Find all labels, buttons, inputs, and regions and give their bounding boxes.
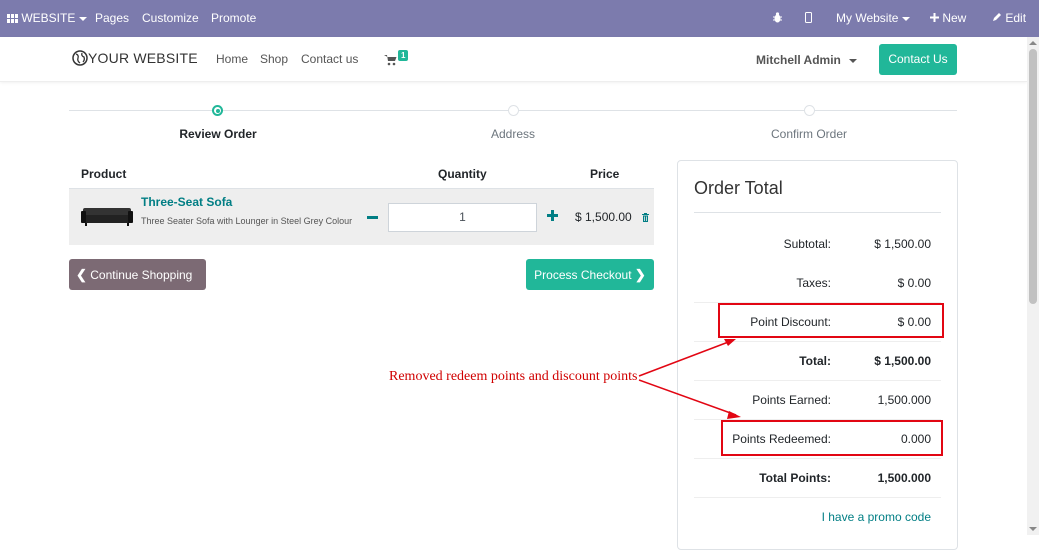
total-value: $ 1,500.00 bbox=[874, 354, 931, 368]
points-redeemed-highlight bbox=[721, 420, 943, 456]
line-price: $ 1,500.00 bbox=[575, 210, 632, 224]
scroll-thumb[interactable] bbox=[1029, 49, 1037, 304]
process-checkout-label: Process Checkout bbox=[534, 268, 632, 282]
annotation-text: Removed redeem points and discount point… bbox=[389, 369, 638, 384]
promote-menu[interactable]: Promote bbox=[211, 0, 256, 37]
wizard-step-address: Address bbox=[490, 127, 536, 141]
pages-menu[interactable]: Pages bbox=[95, 0, 129, 37]
col-header-quantity: Quantity bbox=[438, 167, 487, 181]
caret-down-icon bbox=[902, 16, 911, 21]
nav-home[interactable]: Home bbox=[216, 52, 248, 66]
taxes-label: Taxes: bbox=[796, 276, 831, 290]
row-divider bbox=[694, 458, 941, 459]
wizard-step-dot-address bbox=[508, 105, 519, 116]
subtotal-label: Subtotal: bbox=[783, 237, 831, 251]
quantity-input[interactable]: 1 bbox=[388, 203, 537, 232]
point-discount-highlight bbox=[718, 303, 944, 338]
cart-count-badge: 1 bbox=[398, 50, 409, 61]
contact-us-button[interactable]: Contact Us bbox=[879, 44, 957, 75]
edit-button[interactable]: Edit bbox=[992, 0, 1026, 37]
globe-icon bbox=[72, 50, 88, 66]
website-switcher[interactable]: My Website bbox=[836, 0, 911, 37]
caret-down-icon bbox=[848, 58, 857, 63]
process-checkout-button[interactable]: Process Checkout ❯ bbox=[526, 259, 654, 290]
cart-icon[interactable] bbox=[384, 55, 397, 66]
col-header-price: Price bbox=[590, 167, 620, 181]
subtotal-value: $ 1,500.00 bbox=[874, 237, 931, 251]
mobile-preview-button[interactable] bbox=[805, 0, 812, 37]
plus-icon bbox=[930, 13, 939, 22]
total-label: Total: bbox=[799, 354, 831, 368]
app-menu-label: WEBSITE bbox=[21, 11, 76, 25]
continue-shopping-label: Continue Shopping bbox=[90, 268, 193, 282]
points-earned-value: 1,500.000 bbox=[877, 393, 931, 407]
row-divider bbox=[694, 497, 941, 498]
brand-logo[interactable]: YOUR WEBSITE bbox=[72, 50, 198, 66]
page-scrollbar[interactable] bbox=[1027, 37, 1039, 535]
mobile-icon bbox=[805, 12, 812, 23]
edit-button-label: Edit bbox=[1005, 11, 1027, 25]
customize-menu[interactable]: Customize bbox=[142, 0, 199, 37]
scroll-up-arrow[interactable] bbox=[1029, 41, 1037, 45]
new-button-label: New bbox=[942, 11, 967, 25]
user-name: Mitchell Admin bbox=[756, 53, 841, 67]
continue-shopping-button[interactable]: ❮ Continue Shopping bbox=[69, 259, 206, 290]
wizard-step-dot-confirm bbox=[804, 105, 815, 116]
promo-code-link[interactable]: I have a promo code bbox=[780, 510, 931, 524]
product-image[interactable] bbox=[81, 205, 133, 229]
caret-down-icon bbox=[79, 16, 88, 21]
chevron-left-icon: ❮ bbox=[76, 267, 87, 282]
wizard-step-dot-review bbox=[212, 105, 223, 116]
website-navbar: YOUR WEBSITE Home Shop Contact us 1 Mitc… bbox=[0, 37, 1027, 82]
product-name-link[interactable]: Three-Seat Sofa bbox=[141, 195, 232, 209]
scroll-down-arrow[interactable] bbox=[1029, 527, 1037, 531]
order-total-title: Order Total bbox=[694, 178, 783, 198]
increase-quantity-button[interactable] bbox=[547, 210, 558, 221]
admin-bar: WEBSITE Pages Customize Promote My Websi… bbox=[0, 0, 1039, 37]
product-description: Three Seater Sofa with Lounger in Steel … bbox=[141, 216, 353, 226]
brand-text: YOUR WEBSITE bbox=[88, 50, 198, 66]
apps-icon bbox=[7, 14, 18, 23]
total-points-value: 1,500.000 bbox=[877, 471, 931, 485]
points-earned-label: Points Earned: bbox=[752, 393, 831, 407]
wizard-step-confirm: Confirm Order bbox=[770, 127, 847, 141]
row-divider bbox=[694, 380, 941, 381]
website-switcher-label: My Website bbox=[836, 11, 899, 25]
row-divider bbox=[694, 341, 941, 342]
app-menu[interactable]: WEBSITE bbox=[7, 0, 88, 37]
nav-contact-us[interactable]: Contact us bbox=[301, 52, 358, 66]
total-points-label: Total Points: bbox=[759, 471, 831, 485]
debug-button[interactable] bbox=[773, 0, 782, 37]
pencil-icon bbox=[993, 13, 1001, 21]
user-menu[interactable]: Mitchell Admin bbox=[756, 53, 857, 67]
wizard-step-review: Review Order bbox=[179, 127, 257, 141]
chevron-right-icon: ❯ bbox=[634, 267, 646, 282]
decrease-quantity-button[interactable] bbox=[367, 216, 378, 219]
nav-shop[interactable]: Shop bbox=[260, 52, 288, 66]
taxes-value: $ 0.00 bbox=[897, 276, 931, 290]
new-button[interactable]: New bbox=[930, 0, 966, 37]
bug-icon bbox=[773, 12, 782, 23]
col-header-product: Product bbox=[81, 167, 127, 181]
panel-divider bbox=[694, 212, 941, 213]
trash-icon[interactable] bbox=[642, 213, 649, 222]
